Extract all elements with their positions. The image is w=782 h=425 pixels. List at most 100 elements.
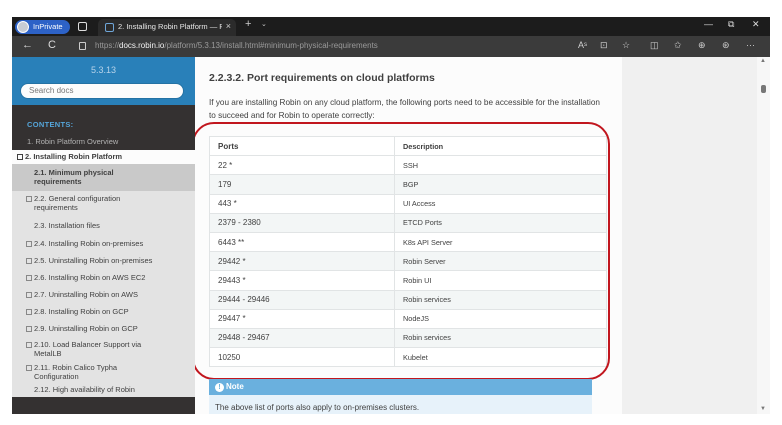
sidebar-item-label-cont: Configuration [34, 372, 79, 381]
sidebar-item-general-config[interactable]: 2.2. General configuration requirements [12, 191, 195, 216]
sidebar-item-label: 2.6. Installing Robin on AWS EC2 [34, 273, 146, 282]
header-description: Description [394, 135, 607, 157]
expand-icon[interactable] [26, 241, 32, 247]
sidebar-item-metallb[interactable]: 2.10. Load Balancer Support via MetalLB [12, 337, 195, 360]
tab-title: 2. Installing Robin Platform — Ro [118, 22, 222, 31]
table-row: 6443 ** K8s API Server [209, 231, 607, 253]
back-icon[interactable]: ← [22, 39, 33, 51]
scroll-thumb[interactable] [761, 85, 766, 93]
extensions-icon[interactable]: ⊛ [722, 40, 730, 51]
sidebar-item-label: 2.10. Load Balancer Support via [34, 340, 142, 349]
scroll-down-icon[interactable]: ▼ [760, 406, 766, 412]
more-menu-icon[interactable]: ··· [746, 40, 755, 50]
expand-icon[interactable] [26, 275, 32, 281]
reload-icon[interactable]: C [48, 39, 56, 51]
minimize-icon[interactable]: — [704, 19, 713, 29]
table-row: 29448 - 29467 Robin services [209, 327, 607, 349]
port-cell: 2379 - 2380 [209, 212, 395, 233]
description-cell: BGP [394, 174, 607, 195]
table-row: 10250 Kubelet [209, 347, 607, 368]
browser-window: InPrivate 2. Installing Robin Platform —… [0, 0, 782, 425]
expand-icon[interactable] [26, 309, 32, 315]
sidebar-item-installation-files[interactable]: 2.3. Installation files [12, 216, 195, 235]
port-cell: 29447 * [209, 308, 395, 329]
description-cell: NodeJS [394, 308, 607, 329]
table-row: 443 * UI Access [209, 193, 607, 214]
new-tab-icon[interactable]: + [245, 18, 251, 30]
sidebar-item-label: 2.5. Uninstalling Robin on-premises [34, 256, 153, 265]
read-aloud-icon[interactable]: Aˢ [578, 40, 587, 50]
window-close-icon[interactable]: ✕ [752, 19, 760, 30]
note-title: Note [226, 382, 244, 391]
search-input[interactable]: Search docs [20, 83, 184, 99]
table-row: 29443 * Robin UI [209, 270, 607, 291]
expand-icon[interactable] [26, 342, 32, 348]
url-field[interactable]: https://docs.robin.io/platform/5.3.13/in… [95, 41, 378, 50]
collapse-icon[interactable] [17, 154, 23, 160]
sidebar-item-label-cont: MetalLB [34, 349, 62, 358]
collections-icon[interactable]: ⊕ [698, 40, 706, 51]
expand-icon[interactable] [26, 292, 32, 298]
sidebar-item-label: 2.12. High availability of Robin [34, 385, 135, 394]
favorites-icon[interactable]: ✩ [674, 40, 682, 51]
sidebar-item-installing-robin[interactable]: 2. Installing Robin Platform [12, 150, 195, 164]
info-icon: ! [215, 383, 224, 392]
table-row: 29442 * Robin Server [209, 251, 607, 272]
sidebar-header: 5.3.13 Search docs [12, 57, 195, 105]
port-cell: 6443 ** [209, 231, 395, 253]
port-cell: 29444 - 29446 [209, 289, 395, 310]
inprivate-badge[interactable]: InPrivate [15, 20, 70, 34]
favorite-star-icon[interactable]: ☆ [622, 40, 630, 51]
sidebar-item-minimum-physical[interactable]: 2.1. Minimum physical requirements [12, 164, 195, 191]
title-bar: InPrivate 2. Installing Robin Platform —… [12, 17, 770, 36]
description-cell: Robin services [394, 327, 607, 349]
split-screen-icon[interactable]: ◫ [650, 40, 659, 51]
sidebar-item-calico-typha[interactable]: 2.11. Robin Calico Typha Configuration [12, 360, 195, 383]
sidebar-item-uninstall-onprem[interactable]: 2.5. Uninstalling Robin on-premises [12, 252, 195, 269]
header-ports: Ports [209, 135, 395, 157]
sidebar-item-label: 1. Robin Platform Overview [27, 137, 119, 146]
lock-icon[interactable] [79, 42, 86, 50]
expand-icon[interactable] [26, 258, 32, 264]
right-empty-pane [622, 57, 757, 414]
port-cell: 10250 [209, 347, 395, 368]
restore-icon[interactable]: ⧉ [728, 19, 734, 30]
expand-icon[interactable] [26, 365, 32, 371]
table-row: 29447 * NodeJS [209, 308, 607, 329]
section-heading: 2.2.3.2. Port requirements on cloud plat… [209, 72, 435, 84]
expand-icon[interactable] [26, 326, 32, 332]
description-cell: K8s API Server [394, 231, 607, 253]
page-scrollbar[interactable]: ▲ ▼ [757, 57, 770, 414]
port-cell: 29448 - 29467 [209, 327, 395, 349]
main-content: 2.2.3.2. Port requirements on cloud plat… [195, 57, 622, 414]
sidebar-item-label: 2.8. Installing Robin on GCP [34, 307, 129, 316]
sidebar-item-platform-overview[interactable]: 1. Robin Platform Overview [12, 135, 195, 148]
sidebar-item-install-onprem[interactable]: 2.4. Installing Robin on-premises [12, 235, 195, 252]
sidebar-item-label: 2. Installing Robin Platform [25, 152, 123, 161]
description-cell: ETCD Ports [394, 212, 607, 233]
browser-tab[interactable]: 2. Installing Robin Platform — Ro × [98, 19, 236, 36]
tab-dropdown-icon[interactable]: ⌄ [261, 20, 267, 28]
description-cell: Kubelet [394, 347, 607, 368]
sidebar-item-install-aws[interactable]: 2.6. Installing Robin on AWS EC2 [12, 269, 195, 286]
url-domain: docs.robin.io [119, 41, 165, 50]
sidebar-item-install-gcp[interactable]: 2.8. Installing Robin on GCP [12, 303, 195, 320]
docs-sidebar: 5.3.13 Search docs CONTENTS: 1. Robin Pl… [12, 57, 195, 414]
port-cell: 29442 * [209, 251, 395, 272]
sidebar-item-uninstall-aws[interactable]: 2.7. Uninstalling Robin on AWS [12, 286, 195, 303]
scroll-up-icon[interactable]: ▲ [760, 58, 766, 64]
tab-actions-icon[interactable] [78, 22, 87, 31]
sidebar-item-uninstall-gcp[interactable]: 2.9. Uninstalling Robin on GCP [12, 320, 195, 337]
address-bar: ← C https://docs.robin.io/platform/5.3.1… [12, 36, 770, 57]
sidebar-item-high-availability[interactable]: 2.12. High availability of Robin [12, 383, 195, 397]
tab-close-icon[interactable]: × [226, 21, 231, 31]
sidebar-item-label: 2.1. Minimum physical [34, 168, 114, 177]
port-cell: 443 * [209, 193, 395, 214]
expand-icon[interactable] [26, 196, 32, 202]
sidebar-item-label: 2.7. Uninstalling Robin on AWS [34, 290, 138, 299]
table-row: 179 BGP [209, 174, 607, 195]
url-path: /platform/5.3.13/install.html#minimum-ph… [164, 41, 378, 50]
app-available-icon[interactable]: ⊡ [600, 40, 608, 51]
ports-table: Ports Description 22 * SSH 179 BGP 443 * UI… [209, 135, 607, 368]
port-cell: 22 * [209, 155, 395, 176]
